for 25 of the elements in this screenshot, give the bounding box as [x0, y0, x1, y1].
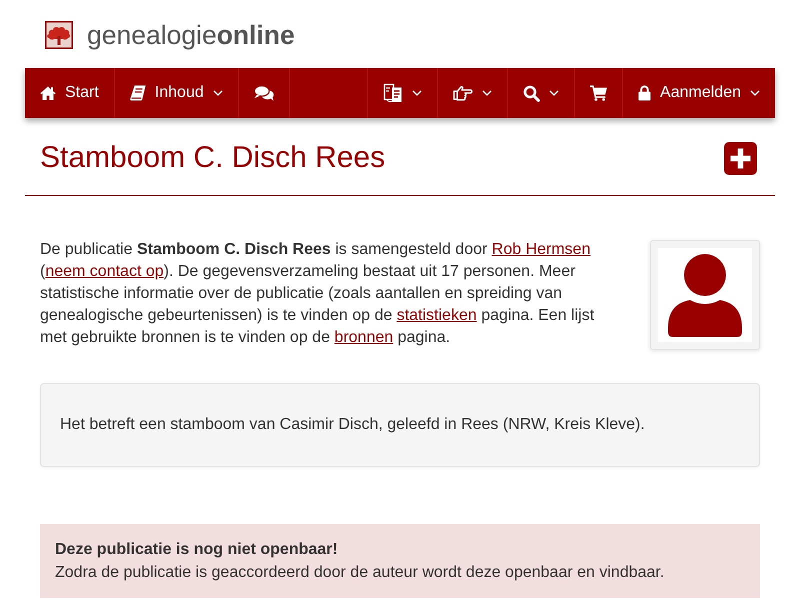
documents-icon — [383, 83, 404, 103]
person-icon — [658, 248, 752, 342]
nav-link[interactable]: Start — [25, 68, 115, 118]
search-icon — [523, 84, 540, 102]
lock-icon — [638, 85, 652, 101]
intro-paragraph: De publicatie Stamboom C. Disch Rees is samengesteld door Rob Hermsen (neem contact op). De gegevensverzameling bestaat uit 17 personen. Meer statistische informatie over de publicatie (zoals aantallen en spreiding van genealogische gebeurtenissen) is te vinden op de statistieken pagina. Een lijst met gebruikte bronnen is te vinden op de bronnen pagina. — [40, 240, 596, 348]
nav-link[interactable]: Inhoud — [114, 68, 239, 118]
tree-logo-icon[interactable] — [45, 21, 73, 49]
cart-icon — [590, 85, 608, 101]
notice-title: Deze publicatie is nog niet openbaar! — [55, 540, 339, 560]
pointing-hand-icon — [453, 85, 474, 101]
description-text: Het betreft een stamboom van Casimir Disch, geleefd in Rees (NRW, Kreis Kleve). — [60, 415, 646, 435]
text-link[interactable]: statistieken — [396, 307, 477, 324]
add-button[interactable] — [724, 142, 757, 174]
chat-icon — [254, 85, 274, 101]
text-link[interactable]: bronnen — [334, 329, 394, 346]
plus-icon — [730, 148, 751, 168]
text-link[interactable]: Rob Hermsen — [492, 241, 590, 258]
notice-message: Zodra de publicatie is geaccordeerd door de auteur wordt deze openbaar en vindbaar. — [55, 563, 666, 583]
logo-text[interactable]: genealogieonline — [87, 20, 295, 50]
nav-link[interactable]: Aanmelden — [622, 68, 775, 118]
home-icon — [40, 86, 56, 100]
book-icon — [130, 85, 146, 101]
text-link[interactable]: neem contact op — [45, 263, 164, 280]
page-title: Stamboom C. Disch Rees — [40, 140, 386, 176]
